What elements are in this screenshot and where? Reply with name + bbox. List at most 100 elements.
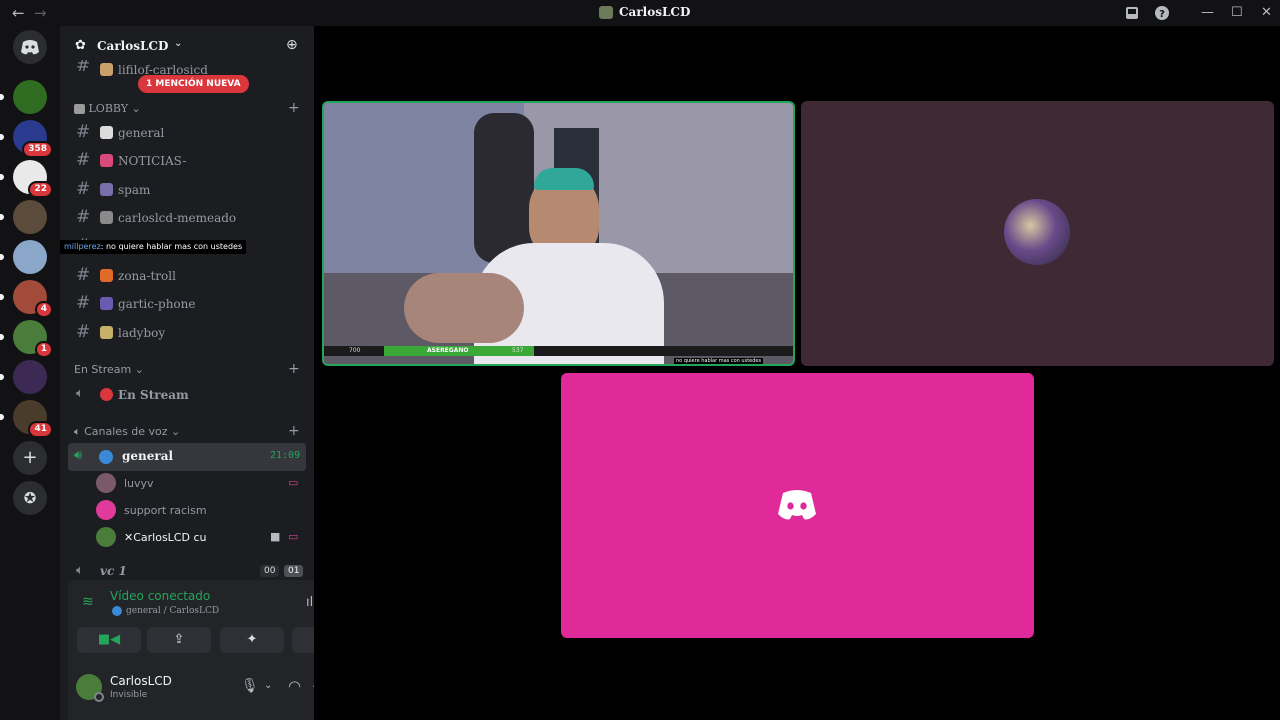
channel-item[interactable]: # ladyboy bbox=[74, 321, 308, 345]
discover-compass-icon[interactable]: ✪ bbox=[13, 481, 47, 515]
guild-boost-icon: ✿ bbox=[75, 38, 86, 53]
video-stage: 700 ASEREGANO 537 no quiere hablar mas c… bbox=[314, 26, 1280, 720]
knee bbox=[404, 273, 524, 343]
category-lobby-icon bbox=[74, 104, 85, 114]
channel-item[interactable]: # NOTICIAS- bbox=[74, 149, 308, 173]
camera-button[interactable]: ■◀ bbox=[77, 627, 141, 653]
signal-icon[interactable]: ≋ bbox=[82, 594, 94, 610]
discord-home-icon[interactable] bbox=[13, 30, 47, 64]
user-status: Invisible bbox=[110, 690, 148, 700]
minimize-icon[interactable]: — bbox=[1201, 5, 1214, 20]
channel-item[interactable]: # general bbox=[74, 121, 308, 145]
avatar bbox=[1004, 199, 1070, 265]
server-9[interactable]: 41 bbox=[13, 400, 53, 438]
guild-name: CarlosLCD bbox=[97, 39, 169, 53]
stream-channel[interactable]: 🔈︎ En Stream bbox=[74, 383, 308, 407]
unread-indicator bbox=[0, 174, 4, 180]
avatar bbox=[96, 473, 116, 493]
speaker-active-icon: 🔊︎ bbox=[74, 448, 83, 463]
voice-channel-vc1[interactable]: 🔈︎ vc 1 00 01 bbox=[74, 562, 308, 582]
channel-emoji-icon bbox=[100, 126, 113, 139]
unread-indicator bbox=[0, 214, 4, 220]
close-icon[interactable]: ✕ bbox=[1261, 5, 1272, 20]
server-rail: 358 22 4 1 41 + ✪ bbox=[0, 26, 60, 720]
status-invisible-icon bbox=[94, 692, 104, 702]
hash-icon: # bbox=[76, 207, 91, 227]
channel-item[interactable]: # lifilof-carlosicd bbox=[74, 60, 308, 76]
channel-item[interactable]: # gartic-phone bbox=[74, 292, 308, 316]
stream-overlay-text: no quiere hablar mas con ustedes bbox=[674, 358, 764, 364]
channel-emoji-icon bbox=[100, 269, 113, 282]
channel-sidebar: ✿ CarlosLCD ⌄ ⊕ # lifilof-carlosicd 1 ME… bbox=[60, 26, 366, 720]
channel-item[interactable]: # carloslcd-memeado bbox=[74, 206, 308, 230]
unread-indicator bbox=[0, 374, 4, 380]
voice-channel-general[interactable]: 🔊︎ general 21:09 bbox=[68, 443, 306, 471]
category-en-stream[interactable]: En Stream ⌄ bbox=[74, 363, 144, 376]
help-icon[interactable]: ? bbox=[1155, 6, 1169, 20]
voice-user[interactable]: ✕CarlosLCD cu ▭ ■ bbox=[96, 526, 306, 550]
server-7[interactable]: 1 bbox=[13, 320, 53, 358]
inbox-icon[interactable] bbox=[1125, 6, 1139, 20]
server-icon bbox=[13, 80, 47, 114]
server-banga[interactable] bbox=[13, 80, 47, 114]
voice-channel-path[interactable]: general / CarlosLCD bbox=[126, 606, 219, 616]
user-name[interactable]: CarlosLCD bbox=[110, 674, 172, 688]
voice-user[interactable]: luvyv ▭ bbox=[96, 472, 306, 496]
video-tile-camera[interactable]: 700 ASEREGANO 537 no quiere hablar mas c… bbox=[322, 101, 795, 366]
server-4[interactable] bbox=[13, 200, 47, 234]
unread-indicator bbox=[0, 414, 4, 420]
create-channel-icon[interactable]: + bbox=[288, 361, 300, 377]
channel-item[interactable]: # zona-troll bbox=[74, 264, 308, 288]
cap bbox=[534, 168, 594, 190]
channel-emoji-icon bbox=[100, 183, 113, 196]
unread-badge: 4 bbox=[34, 301, 53, 318]
channel-item[interactable]: # spam bbox=[74, 178, 308, 202]
video-tile-avatar[interactable] bbox=[801, 101, 1274, 366]
chevron-down-icon: ⌄ bbox=[174, 38, 183, 49]
category-voice-channels[interactable]: 🔈︎ Canales de voz ⌄ bbox=[74, 425, 180, 439]
voice-status[interactable]: Vídeo conectado bbox=[110, 589, 210, 603]
app-server-icon bbox=[599, 6, 613, 19]
chevron-down-icon[interactable]: ⌄ bbox=[264, 680, 272, 691]
video-tile-discord-user[interactable] bbox=[561, 373, 1034, 638]
server-icon bbox=[13, 240, 47, 274]
back-arrow-icon[interactable]: ← bbox=[12, 4, 25, 22]
server-2[interactable]: 358 bbox=[13, 120, 53, 158]
category-lobby[interactable]: LOBBY ⌄ bbox=[74, 102, 141, 115]
server-3[interactable]: 22 bbox=[13, 160, 53, 198]
speaker-icon: 🔈︎ bbox=[74, 425, 81, 438]
microphone-icon[interactable]: 🎙︎ bbox=[241, 678, 259, 694]
server-6[interactable]: 4 bbox=[13, 280, 53, 318]
streaming-icon: ▭ bbox=[288, 476, 299, 489]
hash-icon: # bbox=[76, 322, 91, 342]
hash-icon: # bbox=[76, 293, 91, 313]
headphones-icon[interactable]: ◠ bbox=[288, 677, 301, 695]
maximize-icon[interactable]: ☐ bbox=[1231, 5, 1243, 20]
channel-emoji-icon bbox=[100, 154, 113, 167]
hash-icon: # bbox=[76, 265, 91, 285]
create-channel-icon[interactable]: + bbox=[288, 100, 300, 116]
new-mention-pill[interactable]: 1 MENCIÓN NUEVA bbox=[138, 75, 249, 93]
share-screen-button[interactable]: ⇪ bbox=[147, 627, 211, 653]
invite-member-icon[interactable]: ⊕ bbox=[286, 37, 298, 53]
create-channel-icon[interactable]: + bbox=[288, 423, 300, 439]
unread-badge: 22 bbox=[28, 181, 53, 198]
forward-arrow-icon[interactable]: → bbox=[34, 4, 47, 22]
unread-badge: 358 bbox=[22, 141, 53, 158]
activities-button[interactable]: ✦ bbox=[220, 627, 284, 653]
hanging-jacket bbox=[474, 113, 534, 263]
unread-indicator bbox=[0, 94, 4, 100]
server-8[interactable] bbox=[13, 360, 47, 394]
hash-icon: # bbox=[76, 122, 91, 142]
avatar[interactable] bbox=[76, 674, 104, 702]
speaker-icon: 🔈︎ bbox=[76, 386, 84, 401]
add-server-icon[interactable]: + bbox=[13, 441, 47, 475]
unread-badge: 1 bbox=[34, 341, 53, 358]
server-5[interactable] bbox=[13, 240, 47, 274]
hash-icon: # bbox=[76, 179, 91, 199]
voice-user[interactable]: support racism bbox=[96, 499, 306, 523]
camera-icon: ■ bbox=[270, 530, 281, 543]
globe-icon bbox=[112, 606, 122, 616]
globe-icon bbox=[99, 450, 113, 464]
red-dot-icon bbox=[100, 388, 113, 401]
